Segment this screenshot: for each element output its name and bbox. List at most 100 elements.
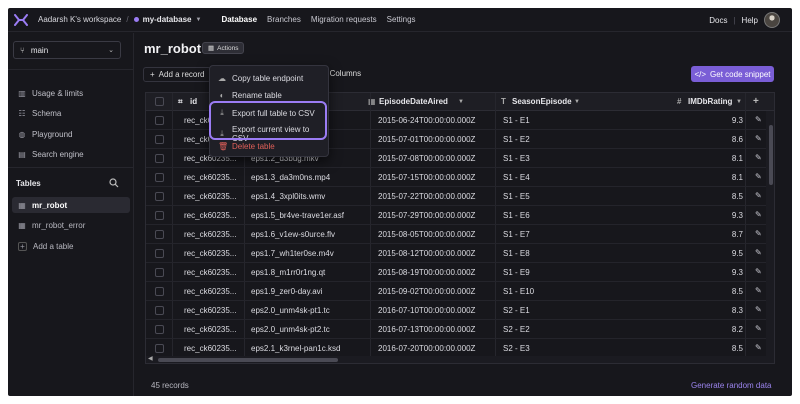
row-checkbox[interactable] <box>155 306 164 315</box>
cell-id[interactable]: rec_ck60235... <box>184 244 242 263</box>
cell-season-episode[interactable]: S1 - E1 <box>503 111 603 130</box>
cell-file[interactable]: eps1.8_m1rr0r1ng.qt <box>251 263 369 282</box>
cell-episode-date[interactable]: 2015-08-05T00:00:00.000Z <box>378 225 493 244</box>
workspace-selector[interactable]: Aadarsh K's workspace <box>38 15 121 24</box>
cell-imdb-rating[interactable]: 8.1 <box>721 149 743 168</box>
cell-episode-date[interactable]: 2015-08-12T00:00:00.000Z <box>378 244 493 263</box>
row-checkbox[interactable] <box>155 192 164 201</box>
cell-imdb-rating[interactable]: 9.3 <box>721 206 743 225</box>
sidebar-item-usage[interactable]: ▥ Usage & limits <box>18 89 83 98</box>
scroll-left-icon[interactable]: ◀ <box>148 355 153 362</box>
cell-season-episode[interactable]: S1 - E3 <box>503 149 603 168</box>
cell-season-episode[interactable]: S2 - E1 <box>503 301 603 320</box>
cell-season-episode[interactable]: S2 - E2 <box>503 320 603 339</box>
select-all-checkbox[interactable] <box>155 97 164 106</box>
cell-file[interactable]: eps1.7_wh1ter0se.m4v <box>251 244 369 263</box>
cell-imdb-rating[interactable]: 8.7 <box>721 225 743 244</box>
cell-imdb-rating[interactable]: 8.5 <box>721 187 743 206</box>
sidebar-item-playground[interactable]: ◍ Playground <box>18 130 73 139</box>
edit-row-icon[interactable]: ✎ <box>755 153 762 162</box>
cell-episode-date[interactable]: 2015-08-19T00:00:00.000Z <box>378 263 493 282</box>
cell-id[interactable]: rec_ck60235... <box>184 168 242 187</box>
cell-episode-date[interactable]: 2015-07-29T00:00:00.000Z <box>378 206 493 225</box>
xata-logo-icon[interactable] <box>14 13 28 26</box>
scrollbar-thumb[interactable] <box>769 125 773 185</box>
get-code-snippet-button[interactable]: </> Get code snippet <box>691 66 774 82</box>
cell-file[interactable]: eps2.0_unm4sk-pt2.tc <box>251 320 369 339</box>
cell-imdb-rating[interactable]: 8.1 <box>721 168 743 187</box>
row-checkbox[interactable] <box>155 154 164 163</box>
cell-id[interactable]: rec_ck60235... <box>184 206 242 225</box>
column-header-imdbrating[interactable]: IMDbRating <box>688 93 732 111</box>
cell-episode-date[interactable]: 2016-07-13T00:00:00.000Z <box>378 320 493 339</box>
row-checkbox[interactable] <box>155 116 164 125</box>
table-row[interactable]: rec_ck60235... eps1.3_da3m0ns.mp4 2015-07-… <box>146 168 774 187</box>
cell-episode-date[interactable]: 2015-06-24T00:00:00.000Z <box>378 111 493 130</box>
edit-row-icon[interactable]: ✎ <box>755 134 762 143</box>
add-record-button[interactable]: + Add a record <box>143 67 212 82</box>
cell-season-episode[interactable]: S1 - E7 <box>503 225 603 244</box>
row-checkbox[interactable] <box>155 211 164 220</box>
sidebar-table-mr-robot[interactable]: ▦ mr_robot <box>12 197 130 213</box>
add-column-button[interactable]: + <box>753 93 759 111</box>
row-checkbox[interactable] <box>155 268 164 277</box>
row-checkbox[interactable] <box>155 287 164 296</box>
edit-row-icon[interactable]: ✎ <box>755 305 762 314</box>
row-checkbox[interactable] <box>155 325 164 334</box>
cell-season-episode[interactable]: S1 - E5 <box>503 187 603 206</box>
cell-episode-date[interactable]: 2016-07-10T00:00:00.000Z <box>378 301 493 320</box>
row-checkbox[interactable] <box>155 173 164 182</box>
table-row[interactable]: rec_ck60235... eps1.6_v1ew-s0urce.flv 2015… <box>146 225 774 244</box>
table-row[interactable]: rec_ck60235... eps1.9_zer0-day.avi 2015-09… <box>146 282 774 301</box>
nav-link-migration-requests[interactable]: Migration requests <box>311 15 377 24</box>
nav-link-database[interactable]: Database <box>221 15 257 24</box>
cell-episode-date[interactable]: 2015-07-15T00:00:00.000Z <box>378 168 493 187</box>
cell-episode-date[interactable]: 2015-07-22T00:00:00.000Z <box>378 187 493 206</box>
edit-row-icon[interactable]: ✎ <box>755 324 762 333</box>
row-checkbox[interactable] <box>155 230 164 239</box>
cell-file[interactable]: eps1.9_zer0-day.avi <box>251 282 369 301</box>
cell-imdb-rating[interactable]: 8.5 <box>721 282 743 301</box>
table-row[interactable]: rec_ck60235... eps1.8_m1rr0r1ng.qt 2015-08… <box>146 263 774 282</box>
cell-imdb-rating[interactable]: 8.6 <box>721 130 743 149</box>
cell-id[interactable]: rec_ck60235... <box>184 225 242 244</box>
avatar[interactable] <box>764 12 780 28</box>
cell-imdb-rating[interactable]: 9.3 <box>721 263 743 282</box>
table-row[interactable]: rec_ck60235... eps1.7_wh1ter0se.m4v 2015-0… <box>146 244 774 263</box>
column-header-id[interactable]: id <box>190 93 197 111</box>
cell-file[interactable]: eps1.3_da3m0ns.mp4 <box>251 168 369 187</box>
database-selector[interactable]: my-database ▼ <box>133 15 201 24</box>
edit-row-icon[interactable]: ✎ <box>755 248 762 257</box>
cell-episode-date[interactable]: 2015-07-08T00:00:00.000Z <box>378 149 493 168</box>
cell-season-episode[interactable]: S1 - E4 <box>503 168 603 187</box>
cell-imdb-rating[interactable]: 9.3 <box>721 111 743 130</box>
cell-id[interactable]: rec_ck60235... <box>184 187 242 206</box>
column-header-seasonepisode[interactable]: SeasonEpisode <box>512 93 572 111</box>
edit-row-icon[interactable]: ✎ <box>755 191 762 200</box>
row-checkbox[interactable] <box>155 344 164 353</box>
chevron-down-icon[interactable]: ▼ <box>736 93 742 111</box>
nav-link-branches[interactable]: Branches <box>267 15 301 24</box>
generate-random-data-link[interactable]: Generate random data <box>691 381 772 390</box>
chevron-down-icon[interactable]: ▼ <box>458 93 464 111</box>
docs-link[interactable]: Docs <box>709 16 727 25</box>
cell-episode-date[interactable]: 2015-09-02T00:00:00.000Z <box>378 282 493 301</box>
scrollbar-thumb[interactable] <box>158 358 338 362</box>
cell-imdb-rating[interactable]: 9.5 <box>721 244 743 263</box>
nav-link-settings[interactable]: Settings <box>387 15 416 24</box>
search-icon[interactable] <box>109 178 119 188</box>
edit-row-icon[interactable]: ✎ <box>755 172 762 181</box>
cell-file[interactable]: eps1.4_3xpl0its.wmv <box>251 187 369 206</box>
horizontal-scrollbar[interactable]: ◀ <box>146 355 766 363</box>
table-row[interactable]: rec_ck60235... eps1.4_3xpl0its.wmv 2015-07… <box>146 187 774 206</box>
cell-season-episode[interactable]: S1 - E6 <box>503 206 603 225</box>
cell-imdb-rating[interactable]: 8.3 <box>721 301 743 320</box>
cell-id[interactable]: rec_ck60235... <box>184 320 242 339</box>
menu-item-rename-table[interactable]: ◐ Rename table <box>218 91 282 100</box>
cell-id[interactable]: rec_ck60235... <box>184 301 242 320</box>
actions-button[interactable]: ▦ Actions <box>202 42 245 54</box>
chevron-down-icon[interactable]: ▼ <box>574 93 580 111</box>
row-checkbox[interactable] <box>155 249 164 258</box>
cell-season-episode[interactable]: S1 - E2 <box>503 130 603 149</box>
cell-imdb-rating[interactable]: 8.2 <box>721 320 743 339</box>
